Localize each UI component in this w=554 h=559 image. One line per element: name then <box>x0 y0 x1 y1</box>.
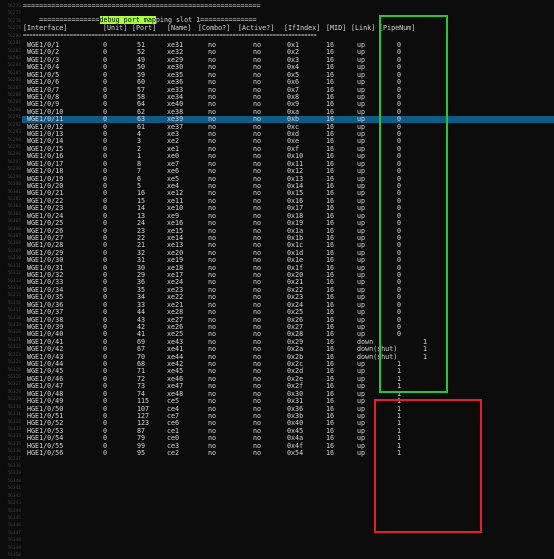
line-number: 56337 <box>7 456 21 462</box>
line-number: 56336 <box>7 449 21 455</box>
hdr-name: [Name] <box>167 24 192 32</box>
table-header: [Interface] [Unit] [Port] [Name] [Combo?] [Ac… <box>23 24 554 32</box>
line-number: 56312 <box>7 271 21 277</box>
cell-interface: HGE1/0/56 <box>27 449 64 458</box>
line-number: 56329 <box>7 397 21 403</box>
hdr-unit: [Unit] <box>103 24 128 32</box>
line-number: 56342 <box>7 493 21 499</box>
line-number: 56276 <box>7 4 21 9</box>
line-number: 56350 <box>7 553 21 559</box>
line-number: 56334 <box>7 434 21 440</box>
cell-combo: no <box>208 449 217 458</box>
line-number: 56347 <box>7 530 21 536</box>
line-number: 56285 <box>7 70 21 76</box>
line-number: 56284 <box>7 63 21 69</box>
hdr-mid: [MID] <box>326 24 347 32</box>
line-number: 56301 <box>7 189 21 195</box>
line-number: 56327 <box>7 382 21 388</box>
line-number: 56343 <box>7 501 21 507</box>
line-number: 56298 <box>7 167 21 173</box>
cell-name: ce2 <box>167 449 180 458</box>
cell-mid: 16 <box>326 449 335 458</box>
line-number: 56333 <box>7 426 21 432</box>
line-number: 56317 <box>7 308 21 314</box>
line-number: 56309 <box>7 248 21 254</box>
line-number: 56319 <box>7 323 21 329</box>
hdr-interface: [Interface] <box>23 24 68 32</box>
line-number: 56349 <box>7 545 21 551</box>
line-number: 56328 <box>7 389 21 395</box>
line-number: 56308 <box>7 241 21 247</box>
command-title: ===============debug port mapping slot 1… <box>23 10 257 25</box>
hdr-ifindex: [IfIndex] <box>284 24 321 32</box>
line-number: 56310 <box>7 256 21 262</box>
line-number: 56321 <box>7 337 21 343</box>
line-number: 56287 <box>7 85 21 91</box>
cell-active: no <box>253 449 262 458</box>
line-number: 56294 <box>7 137 21 143</box>
line-number: 56324 <box>7 360 21 366</box>
line-number: 56326 <box>7 375 21 380</box>
line-number: 56292 <box>7 122 21 128</box>
line-number: 56286 <box>7 78 21 84</box>
line-number: 56331 <box>7 412 21 418</box>
line-number: 56296 <box>7 152 21 158</box>
line-number: 56311 <box>7 263 21 269</box>
line-number: 56341 <box>7 486 21 492</box>
line-number: 56325 <box>7 367 21 373</box>
line-number: 56299 <box>7 174 21 180</box>
hdr-port: [Port] <box>132 24 157 32</box>
line-number: 56288 <box>7 93 21 99</box>
line-number: 56295 <box>7 144 21 150</box>
line-number: 56339 <box>7 471 21 477</box>
line-number: 56297 <box>7 159 21 165</box>
line-number: 56330 <box>7 404 21 410</box>
line-number: 56278 <box>7 18 21 24</box>
line-number: 56332 <box>7 419 21 425</box>
line-number: 56282 <box>7 48 21 54</box>
pipenum-zero-highlight-box <box>379 15 448 393</box>
line-number: 56290 <box>7 107 21 113</box>
line-number: 56314 <box>7 285 21 291</box>
line-number: 56306 <box>7 226 21 232</box>
line-number: 56279 <box>7 26 21 32</box>
line-number: 56318 <box>7 315 21 321</box>
line-number: 56302 <box>7 196 21 202</box>
line-number: 56280 <box>7 33 21 39</box>
line-number: 56293 <box>7 130 21 136</box>
line-number: 56305 <box>7 219 21 225</box>
line-number: 56304 <box>7 211 21 217</box>
line-number: 56303 <box>7 204 21 210</box>
line-number: 56289 <box>7 100 21 106</box>
line-number: 56291 <box>7 115 21 121</box>
cell-ifindex: 0x54 <box>287 449 304 458</box>
hdr-active: [Active?] <box>238 24 275 32</box>
line-number: 56338 <box>7 464 21 470</box>
cell-unit: 0 <box>103 449 108 458</box>
pipenum-one-highlight-box <box>374 399 482 533</box>
line-number: 56335 <box>7 441 21 447</box>
line-number: 56323 <box>7 352 21 358</box>
cell-link: up <box>357 449 366 458</box>
line-number: 56281 <box>7 41 21 47</box>
header-separator: ========================================… <box>23 33 317 39</box>
line-number: 56283 <box>7 55 21 61</box>
hdr-link: [Link] <box>351 24 376 32</box>
line-number: 56348 <box>7 538 21 544</box>
line-number: 56307 <box>7 234 21 240</box>
line-number: 56300 <box>7 182 21 188</box>
hdr-combo: [Combo?] <box>198 24 231 32</box>
line-number: 56313 <box>7 278 21 284</box>
line-number: 56340 <box>7 478 21 484</box>
line-number: 56316 <box>7 300 21 306</box>
line-number: 56315 <box>7 293 21 299</box>
line-number: 56277 <box>7 11 21 17</box>
line-number: 56345 <box>7 515 21 521</box>
line-number: 56320 <box>7 330 21 336</box>
line-number: 56344 <box>7 508 21 514</box>
line-number: 56346 <box>7 523 21 529</box>
cell-port: 95 <box>137 449 146 458</box>
line-number: 56322 <box>7 345 21 351</box>
